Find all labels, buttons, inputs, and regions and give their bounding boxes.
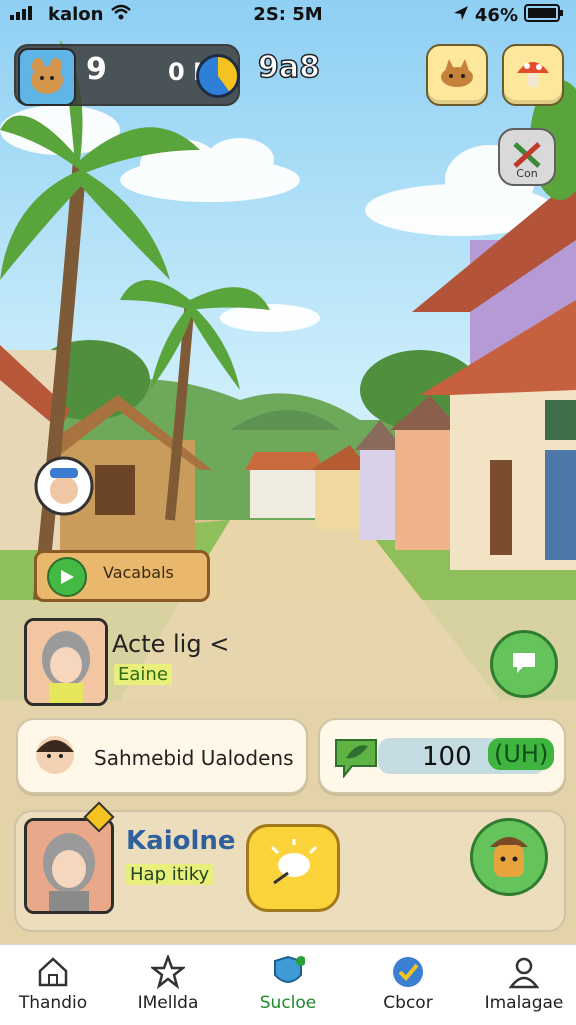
quest-subtitle: Eaine bbox=[114, 664, 172, 685]
pet-button[interactable] bbox=[426, 44, 488, 106]
pet-icon bbox=[437, 57, 477, 93]
leaf-chat-icon bbox=[332, 732, 380, 782]
mushroom-icon bbox=[513, 55, 553, 95]
xp-ring-icon bbox=[196, 54, 240, 98]
energy-value: 100 bbox=[422, 742, 472, 772]
quest-npc-avatar[interactable] bbox=[24, 618, 108, 706]
vacation-sign-button[interactable]: Vacabals bbox=[34, 550, 210, 602]
chat-bubble-icon bbox=[509, 649, 539, 679]
battery-icon bbox=[524, 4, 564, 27]
player-level: 9 bbox=[86, 52, 107, 87]
quest-title: Acte lig < bbox=[112, 630, 230, 658]
tools-button-label: Con bbox=[516, 167, 538, 180]
boy-avatar-icon bbox=[34, 734, 76, 780]
star-icon bbox=[151, 955, 185, 989]
status-right: 46% bbox=[453, 4, 564, 27]
nav-label: Imalagae bbox=[484, 993, 564, 1013]
companion-button[interactable] bbox=[470, 818, 548, 896]
vacation-sign-label: Vacabals bbox=[103, 563, 174, 582]
energy-badge: (UH) bbox=[488, 738, 555, 770]
nav-label: Sucloe bbox=[259, 993, 317, 1013]
nav-label: Thandio bbox=[18, 993, 88, 1013]
nav-item-favorites[interactable]: IMellda bbox=[118, 955, 218, 1013]
nav-item-check[interactable]: Cbcor bbox=[358, 955, 458, 1013]
acorn-character-icon bbox=[484, 827, 534, 887]
nav-label: IMellda bbox=[137, 993, 199, 1013]
home-icon bbox=[38, 957, 68, 987]
player-card-avatar[interactable] bbox=[24, 818, 114, 914]
location-arrow-icon bbox=[453, 5, 469, 26]
player-name: Kaiolne bbox=[126, 826, 236, 856]
coin-counter: 9a8 bbox=[257, 49, 321, 86]
battery-percent: 46% bbox=[474, 5, 518, 26]
user-icon bbox=[508, 957, 540, 989]
player-tag: Hap itiky bbox=[126, 864, 214, 885]
nav-item-active[interactable]: Sucloe bbox=[238, 955, 338, 1013]
status-bar: kalon 2S: 5M 46% bbox=[0, 0, 576, 32]
nav-item-profile[interactable]: Imalagae bbox=[474, 955, 574, 1013]
chat-pill[interactable]: Sahmebid Ualodens bbox=[16, 718, 308, 794]
bottom-nav: Thandio IMellda Sucloe Cbcor Imalagae bbox=[0, 944, 576, 1025]
tools-button[interactable]: Con bbox=[498, 128, 556, 186]
nav-item-home[interactable]: Thandio bbox=[3, 955, 103, 1013]
chat-pill-text: Sahmebid Ualodens bbox=[94, 746, 294, 770]
energy-pill[interactable]: 100 (UH) bbox=[318, 718, 566, 794]
shield-icon bbox=[274, 955, 305, 983]
player-avatar[interactable] bbox=[18, 48, 76, 106]
shop-button[interactable] bbox=[502, 44, 564, 106]
quest-chat-button[interactable] bbox=[490, 630, 558, 698]
nav-label: Cbcor bbox=[383, 993, 433, 1013]
check-icon bbox=[393, 957, 423, 987]
play-icon bbox=[47, 557, 87, 597]
hatch-button[interactable] bbox=[246, 824, 340, 912]
player-level-panel[interactable]: 9 0 I bbox=[14, 44, 240, 106]
egg-hand-icon bbox=[264, 839, 322, 897]
